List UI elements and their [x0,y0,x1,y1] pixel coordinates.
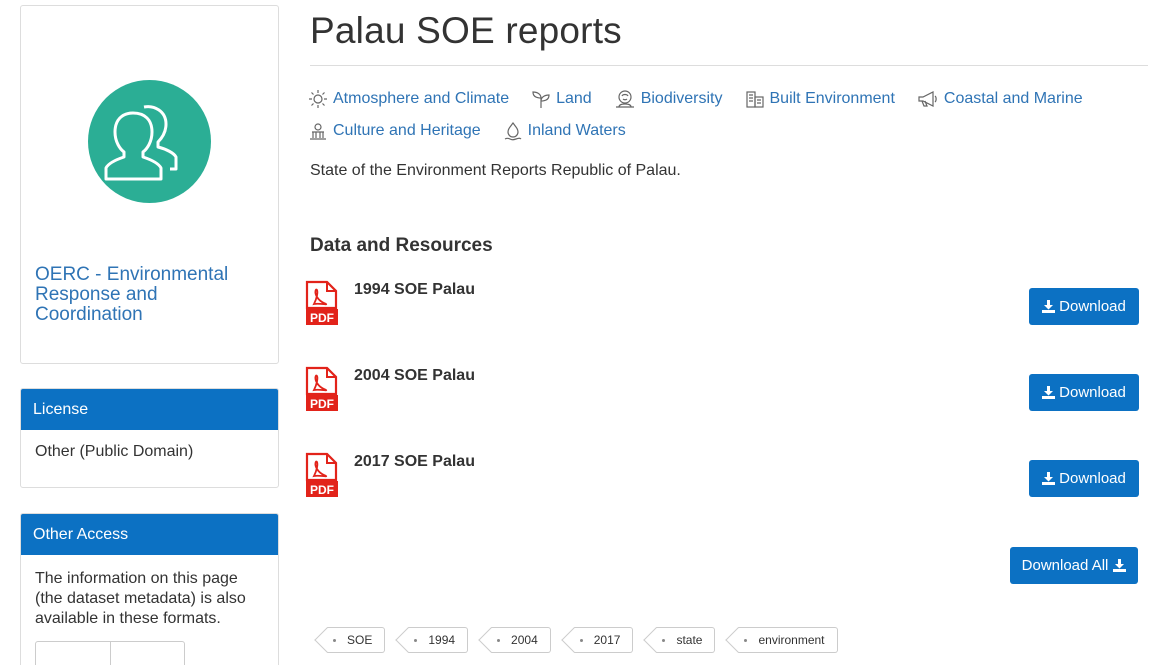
resource-name[interactable]: 2004 SOE Palau [354,367,475,385]
license-heading: License [21,389,278,430]
user-group-icon [88,79,211,203]
topic-label: Biodiversity [640,89,723,107]
other-access-text: The information on this page (the datase… [35,570,246,627]
organization-avatar[interactable] [88,68,211,214]
license-panel: License Other (Public Domain) [20,388,279,488]
topic-link-coastal-and-marine[interactable]: Coastal and Marine [917,89,1083,109]
building-icon [745,90,764,108]
svg-text:PDF: PDF [310,311,334,325]
tag-list: SOE 1994 2004 2017 state environment [318,627,852,653]
download-button[interactable]: Download [1029,288,1139,325]
organization-card: OERC - Environmental Response and Coordi… [20,5,279,364]
organization-name-link[interactable]: OERC - Environmental Response and Coordi… [35,265,265,325]
svg-text:PDF: PDF [310,483,334,497]
resource-item: PDF 2004 SOE Palau Download [304,364,1148,424]
topic-link-culture-and-heritage[interactable]: Culture and Heritage [308,121,481,141]
download-button[interactable]: Download [1029,374,1139,411]
heritage-icon [310,122,326,140]
other-access-heading: Other Access [21,514,278,555]
resource-item: PDF 2017 SOE Palau Download [304,450,1148,510]
tag-2004[interactable]: 2004 [491,627,551,653]
topic-label: Culture and Heritage [333,121,481,139]
page-title: Palau SOE reports [310,10,622,51]
license-value: Other (Public Domain) [35,443,194,460]
water-icon [504,121,522,140]
resources-heading: Data and Resources [310,235,493,256]
format-button[interactable] [36,642,111,665]
topic-label: Land [556,89,592,107]
biodiversity-icon [615,89,634,108]
download-icon [1042,300,1056,313]
tag-state[interactable]: state [656,627,716,653]
resource-item: PDF 1994 SOE Palau Download [304,278,1148,338]
pdf-file-icon: PDF [305,452,338,497]
topic-link-inland-waters[interactable]: Inland Waters [503,121,626,141]
resource-name[interactable]: 1994 SOE Palau [354,281,475,299]
topic-label: Built Environment [769,89,895,107]
download-icon [1113,559,1127,572]
download-button[interactable]: Download [1029,460,1139,497]
svg-text:PDF: PDF [310,397,334,411]
title-divider [310,65,1148,66]
tag-2017[interactable]: 2017 [573,627,634,653]
other-access-panel: Other Access The information on this pag… [20,513,279,665]
tag-1994[interactable]: 1994 [408,627,469,653]
download-all-button[interactable]: Download All [1010,547,1138,584]
topic-label: Coastal and Marine [943,89,1083,107]
download-icon [1042,386,1056,399]
tag-soe[interactable]: SOE [327,627,386,653]
pdf-file-icon: PDF [305,280,338,325]
download-icon [1042,472,1056,485]
land-icon [532,90,550,108]
topic-label: Atmosphere and Climate [333,89,510,107]
topic-link-atmosphere-and-climate[interactable]: Atmosphere and Climate [308,89,509,109]
topic-link-land[interactable]: Land [531,89,592,109]
resource-name[interactable]: 2017 SOE Palau [354,453,475,471]
topic-link-biodiversity[interactable]: Biodiversity [614,89,723,109]
tag-environment[interactable]: environment [738,627,838,653]
megaphone-icon [918,90,937,107]
topic-label: Inland Waters [527,121,626,139]
climate-icon [309,89,327,108]
pdf-file-icon: PDF [305,366,338,411]
format-button[interactable] [111,642,185,665]
format-button-group [35,641,185,665]
topic-link-built-environment[interactable]: Built Environment [745,89,895,109]
dataset-description: State of the Environment Reports Republi… [310,162,681,179]
topic-list: Atmosphere and Climate Land Biodiversity… [308,88,1148,152]
